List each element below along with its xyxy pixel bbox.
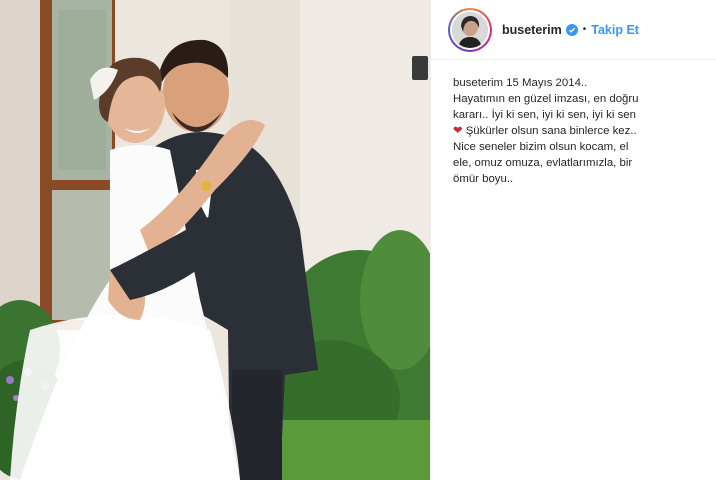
post-photo[interactable] bbox=[0, 0, 430, 480]
separator-dot: • bbox=[582, 24, 587, 35]
follow-button[interactable]: Takip Et bbox=[591, 23, 639, 37]
post-header: buseterim • Takip Et bbox=[431, 0, 716, 60]
username[interactable]: buseterim bbox=[502, 23, 562, 37]
post-sidebar: buseterim • Takip Et buseterim 15 Mayıs … bbox=[430, 0, 716, 480]
story-ring[interactable] bbox=[448, 7, 492, 52]
verified-badge-icon bbox=[565, 23, 578, 36]
caption-username[interactable]: buseterim bbox=[453, 77, 503, 89]
heart-emoji: ❤ bbox=[453, 125, 463, 137]
post-caption: buseterim 15 Mayıs 2014.. Hayatımın en g… bbox=[431, 60, 661, 187]
caption-text-part2: Şükürler olsun sana binlerce kez.. Nice … bbox=[453, 125, 637, 185]
avatar[interactable] bbox=[452, 11, 488, 48]
